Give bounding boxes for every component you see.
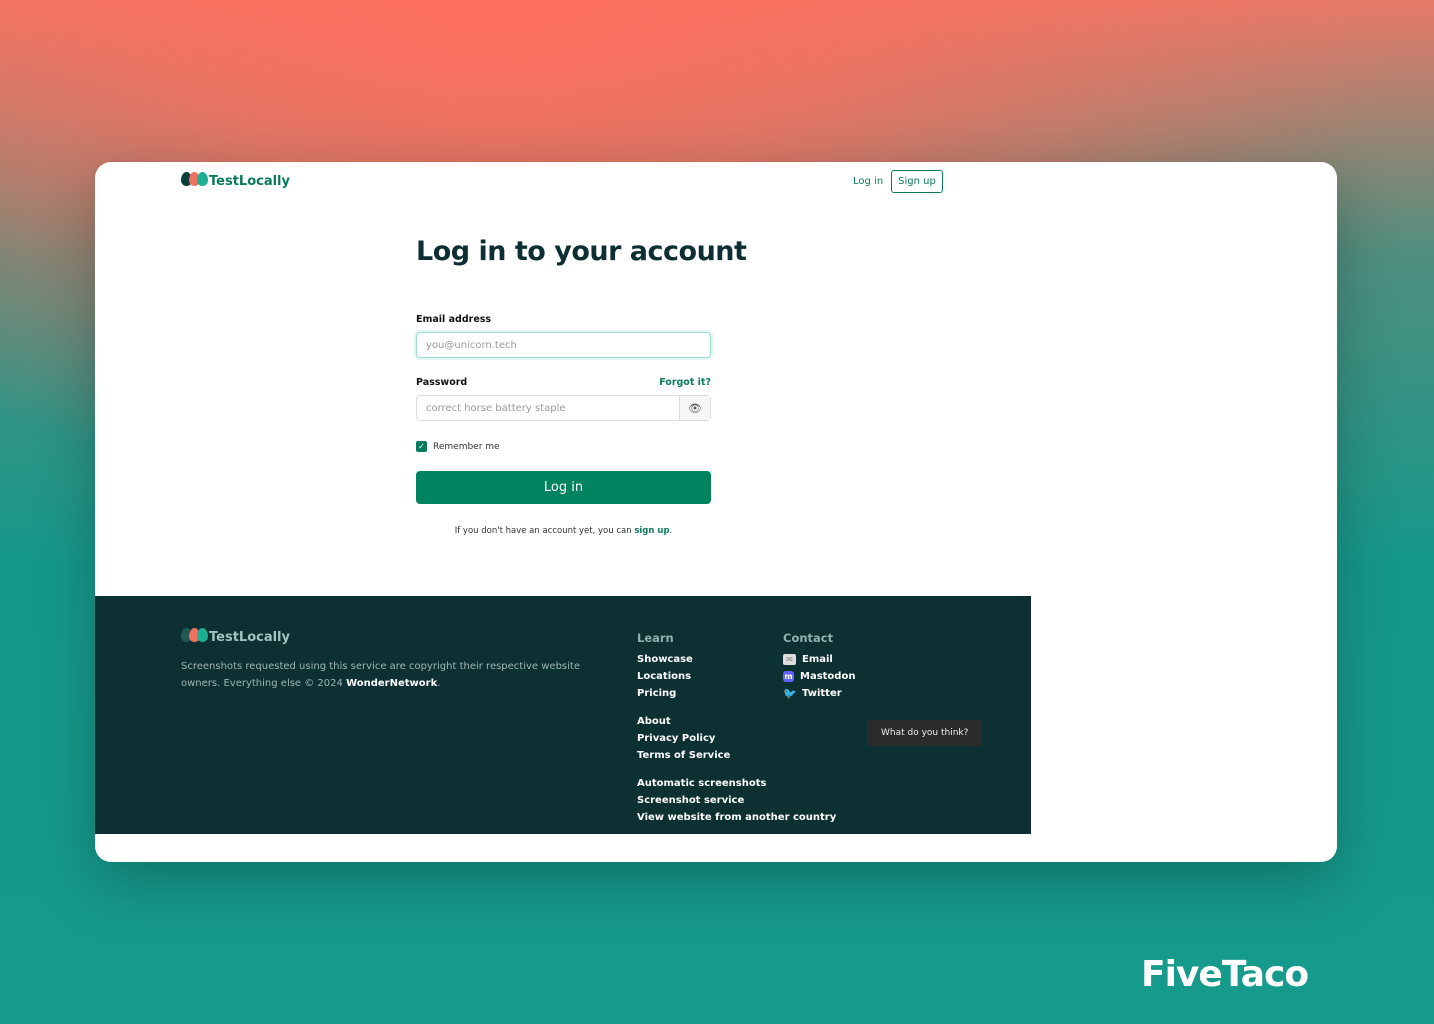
checkbox-checked-icon[interactable]: ✓ [416, 441, 427, 452]
page-title: Log in to your account [416, 236, 747, 267]
password-field: correct horse battery staple 👁 [416, 395, 711, 421]
signup-note: If you don't have an account yet, you ca… [416, 526, 711, 536]
signup-button[interactable]: Sign up [891, 170, 943, 193]
contact-mastodon[interactable]: m Mastodon [783, 668, 855, 685]
contact-twitter[interactable]: 🐦 Twitter [783, 685, 855, 702]
eye-icon[interactable]: 👁 [679, 396, 710, 420]
contact-column: Contact ✉ Email m Mastodon 🐦 Twitter [783, 630, 855, 702]
header-logo[interactable]: TestLocally [181, 172, 290, 190]
page-card: TestLocally Log in Sign up Log in to you… [95, 162, 1337, 862]
header-nav: Log in Sign up [853, 170, 943, 193]
brand-name: TestLocally [209, 629, 290, 645]
brand-name: TestLocally [209, 173, 290, 189]
footer-logo[interactable]: TestLocally [181, 628, 290, 646]
logo-icon [181, 172, 208, 190]
contact-email[interactable]: ✉ Email [783, 651, 855, 668]
contact-heading: Contact [783, 631, 834, 645]
contact-label: Mastodon [800, 671, 856, 682]
remember-label: Remember me [433, 441, 500, 452]
footer-link[interactable]: Privacy Policy [637, 730, 836, 747]
forgot-link[interactable]: Forgot it? [659, 377, 711, 388]
email-label: Email address [416, 314, 492, 325]
note-end: . [669, 526, 673, 536]
mastodon-icon: m [783, 671, 794, 682]
email-input[interactable]: you@unicorn.tech [416, 332, 711, 358]
login-button[interactable]: Log in [416, 471, 711, 504]
watermark-logo: FiveTaco [1141, 954, 1309, 995]
footer-link[interactable]: About [637, 713, 836, 730]
login-form: Email address you@unicorn.tech Password F… [416, 314, 711, 536]
copy-end: . [437, 678, 441, 689]
twitter-icon: 🐦 [783, 687, 797, 700]
footer: TestLocally Screenshots requested using … [95, 596, 1031, 834]
contact-label: Email [802, 654, 833, 665]
footer-link[interactable]: Terms of Service [637, 747, 836, 764]
footer-link[interactable]: Screenshot service [637, 792, 836, 809]
footer-link[interactable]: Automatic screenshots [637, 775, 836, 792]
password-input[interactable]: correct horse battery staple [417, 396, 679, 420]
feedback-button[interactable]: What do you think? [867, 720, 983, 746]
footer-link[interactable]: View website from another country [637, 809, 836, 826]
logo-icon [181, 628, 208, 646]
password-label: Password [416, 377, 468, 388]
contact-label: Twitter [802, 688, 842, 699]
note-text: If you don't have an account yet, you ca… [454, 526, 635, 536]
login-link[interactable]: Log in [853, 176, 883, 187]
owner-link[interactable]: WonderNetwork [346, 678, 437, 689]
envelope-icon: ✉ [783, 654, 796, 665]
copyright: Screenshots requested using this service… [181, 658, 611, 692]
signup-link[interactable]: sign up [634, 526, 669, 536]
remember-me[interactable]: ✓ Remember me [416, 441, 711, 452]
